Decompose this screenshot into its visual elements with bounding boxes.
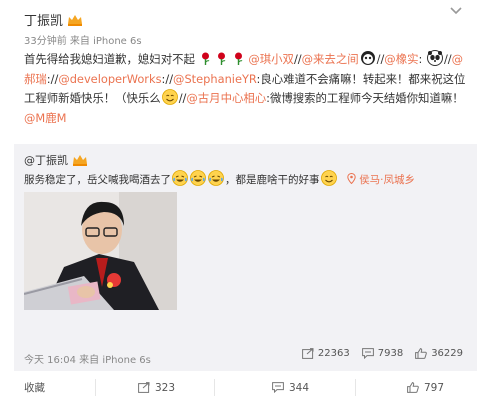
repost-icon — [138, 382, 150, 393]
location-pin-icon — [347, 172, 356, 185]
photo-groom-at-laptop — [24, 192, 177, 310]
favorite-label: 收藏 — [24, 382, 45, 394]
post-text-part: // — [443, 52, 452, 66]
repost-stats: 22363 7938 36229 — [290, 348, 463, 359]
post-meta: 33分钟前 来自 iPhone 6s — [24, 36, 142, 47]
repost-count: 22363 — [317, 348, 350, 359]
post-text-part: // — [293, 52, 302, 66]
repost-icon — [302, 348, 314, 359]
mention-link[interactable]: @StephanieYR — [173, 72, 256, 86]
mention-link[interactable]: @M鹿M — [24, 111, 66, 125]
comment-count-button[interactable]: 7938 — [361, 348, 404, 359]
post-author-name[interactable]: 丁振凯 — [24, 10, 63, 29]
like-button[interactable]: 797 — [407, 382, 444, 394]
post-text-part: 首先得给我媳妇道歉，媳妇对不起 — [24, 52, 195, 66]
post-action-bar: 收藏 323 344 797 — [0, 371, 477, 404]
reposted-weibo[interactable]: @丁振凯 服务稳定了，岳父喊我喝酒去了 ，都是鹿啥干的好事 侯马·凤城乡 今天 … — [14, 144, 477, 371]
location-link[interactable]: 侯马·凤城乡 — [359, 174, 415, 186]
repost-count: 323 — [155, 381, 176, 394]
repost-author-name[interactable]: @丁振凯 — [24, 152, 68, 168]
post-photo[interactable] — [24, 192, 177, 310]
post-text-part: :// — [46, 71, 59, 86]
post-text-part: : — [418, 52, 423, 66]
mention-link[interactable]: @developerWorks — [58, 72, 161, 86]
comment-count: 7938 — [377, 348, 404, 359]
repost-meta: 今天 16:04 来自 iPhone 6s — [24, 355, 151, 366]
rose-icon — [234, 52, 243, 65]
smile-icon — [320, 170, 337, 186]
post-text: 首先得给我媳妇道歉，媳妇对不起 @琪小双//@来去之间//@橡实: //@郝瑞:… — [24, 50, 474, 128]
vip-crown-icon — [68, 14, 83, 26]
repost-text-part: 服务稳定了，岳父喊我喝酒去了 — [24, 174, 171, 186]
mention-link[interactable]: @来去之间 — [302, 52, 359, 66]
laugh-cry-icon — [190, 170, 206, 186]
mention-link[interactable]: @琪小双 — [248, 52, 294, 66]
rose-icon — [218, 52, 226, 65]
panda-icon — [426, 50, 443, 66]
post-author-row: 丁振凯 — [24, 10, 83, 29]
like-count: 797 — [424, 381, 445, 394]
like-count-button[interactable]: 36229 — [415, 348, 463, 359]
chevron-down-icon[interactable] — [449, 6, 463, 16]
panda-icon — [360, 51, 375, 65]
smile-icon — [161, 89, 178, 105]
like-icon — [415, 348, 427, 359]
comment-icon — [361, 348, 374, 359]
action-divider — [214, 379, 215, 396]
comment-icon — [272, 382, 284, 393]
repost-text-part: ，都是鹿啥干的好事 — [225, 174, 320, 186]
action-divider — [355, 379, 356, 396]
laugh-cry-icon — [172, 170, 188, 186]
repost-author-row: @丁振凯 — [24, 152, 88, 168]
repost-button[interactable]: 323 — [138, 382, 175, 394]
action-divider — [95, 379, 96, 396]
repost-count-button[interactable]: 22363 — [302, 348, 350, 359]
laugh-cry-icon — [208, 170, 224, 186]
post-text-part: :// — [161, 71, 174, 86]
repost-text: 服务稳定了，岳父喊我喝酒去了 ，都是鹿啥干的好事 侯马·凤城乡 — [24, 170, 474, 189]
weibo-post-card: 丁振凯 33分钟前 来自 iPhone 6s 首先得给我媳妇道歉，媳妇对不起 @… — [0, 0, 477, 404]
rose-icon — [201, 52, 209, 65]
like-count: 36229 — [431, 348, 463, 359]
like-icon — [407, 382, 419, 393]
mention-link[interactable]: @橡实 — [384, 52, 418, 66]
post-text-part: :微博搜索的工程师今天结婚你知道嘛！ — [266, 91, 464, 105]
favorite-button[interactable]: 收藏 — [24, 380, 45, 395]
mention-link[interactable]: @古月中心相心 — [186, 91, 266, 105]
vip-crown-icon — [73, 155, 87, 166]
comment-button[interactable]: 344 — [272, 382, 309, 394]
comment-count: 344 — [289, 381, 310, 394]
